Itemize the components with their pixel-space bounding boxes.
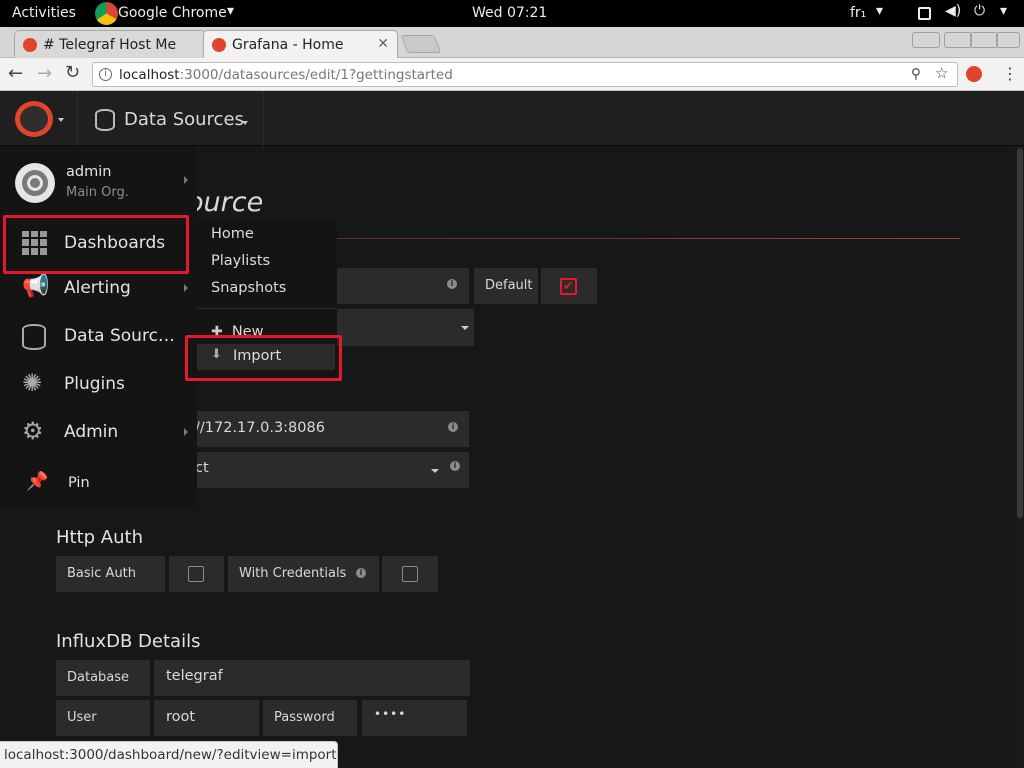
- chrome-menu-icon[interactable]: ⋮: [1002, 64, 1018, 83]
- user-label: User: [56, 700, 150, 736]
- grafana-sidemenu: admin Main Org. Dashboards 📢 Alerting Da…: [0, 146, 197, 509]
- with-credentials-toggle[interactable]: [382, 556, 438, 592]
- http-auth-title: Http Auth: [56, 527, 143, 548]
- password-input[interactable]: ••••: [362, 700, 467, 736]
- chevron-right-icon: [184, 284, 188, 292]
- highlight-dashboards: [3, 215, 189, 274]
- basic-auth-label: Basic Auth: [56, 556, 165, 592]
- key-icon[interactable]: ⚲: [911, 66, 921, 82]
- extension-icon[interactable]: [966, 66, 982, 82]
- name-input[interactable]: i: [337, 268, 469, 304]
- power-avatar-icon: [22, 170, 48, 196]
- submenu-divider: [197, 308, 337, 309]
- sidemenu-item-plugins[interactable]: ✺ Plugins: [0, 361, 197, 409]
- reload-icon[interactable]: ↻: [65, 62, 80, 83]
- scrollbar-thumb[interactable]: [1017, 148, 1023, 518]
- app-menu-label[interactable]: Google Chrome: [118, 5, 227, 21]
- browser-tab-strip: # Telegraf Host Me Grafana - Home ✕: [0, 27, 1024, 58]
- title-underline: [337, 238, 960, 239]
- password-label: Password: [263, 700, 357, 736]
- highlight-import: [185, 335, 342, 381]
- user-org: Main Org.: [66, 185, 129, 200]
- page-nav-title[interactable]: Data Sources: [124, 109, 244, 130]
- power-icon[interactable]: ⏻: [974, 3, 985, 19]
- chrome-app-icon: [95, 2, 118, 25]
- info-icon: i: [356, 568, 366, 578]
- info-icon: i: [448, 422, 458, 432]
- chevron-right-icon: [184, 428, 188, 436]
- gear-icon: ⚙: [22, 417, 44, 445]
- new-tab-button[interactable]: [400, 35, 442, 53]
- system-top-bar: Activities Google Chrome ▾ Wed 07:21 fr₁…: [0, 0, 1024, 27]
- type-select[interactable]: [337, 309, 474, 346]
- caret-down-icon[interactable]: [242, 121, 248, 125]
- browser-toolbar: ← → ↻ i localhost:3000/datasources/edit/…: [0, 58, 1024, 91]
- tab-grafana-home[interactable]: Grafana - Home ✕: [203, 30, 398, 58]
- user-name: admin: [66, 164, 112, 180]
- influxdb-details-title: InfluxDB Details: [56, 631, 201, 652]
- plugins-icon: ✺: [22, 369, 43, 397]
- navbar-divider: [263, 91, 264, 146]
- grafana-navbar: Data Sources: [0, 91, 1024, 146]
- avatar: [15, 163, 55, 203]
- info-icon: i: [450, 461, 460, 471]
- basic-auth-toggle[interactable]: [169, 556, 224, 592]
- submenu-item-playlists[interactable]: Playlists: [211, 253, 270, 269]
- scrollbar-track[interactable]: [1015, 146, 1024, 768]
- access-select[interactable]: ct i: [187, 452, 469, 488]
- url-input[interactable]: //172.17.0.3:8086 i: [187, 411, 469, 447]
- window-icon[interactable]: [918, 7, 931, 20]
- caret-down-icon[interactable]: ▾: [876, 3, 883, 19]
- profile-icon[interactable]: [912, 32, 940, 48]
- forward-arrow-icon[interactable]: →: [37, 63, 52, 84]
- close-window-icon[interactable]: [996, 32, 1020, 48]
- status-bar-url: localhost:3000/dashboard/new/?editview=i…: [0, 741, 338, 768]
- checkbox-icon: [188, 566, 204, 582]
- pin-icon: 📌: [26, 471, 49, 492]
- grafana-logo-icon: [15, 101, 53, 137]
- grafana-favicon-icon: [23, 38, 37, 52]
- url-host: localhost: [119, 67, 180, 83]
- bookmark-star-icon[interactable]: ☆: [935, 64, 948, 82]
- submenu-item-home[interactable]: Home: [211, 226, 254, 242]
- datasource-icon: [95, 109, 115, 131]
- caret-down-icon: [461, 326, 469, 330]
- app-menu-caret-icon[interactable]: ▾: [227, 3, 234, 19]
- database-input[interactable]: telegraf: [154, 660, 470, 696]
- minimize-icon[interactable]: [944, 32, 972, 48]
- grafana-favicon-icon: [212, 38, 226, 52]
- megaphone-icon: 📢: [22, 274, 50, 299]
- user-input[interactable]: root: [154, 700, 259, 736]
- keyboard-layout-indicator[interactable]: fr₁: [850, 5, 866, 21]
- clock[interactable]: Wed 07:21: [472, 5, 547, 21]
- sidemenu-item-data-sources[interactable]: Data Sourc…: [0, 313, 197, 361]
- sidemenu-item-admin[interactable]: ⚙ Admin: [0, 409, 197, 457]
- with-credentials-label: With Credentials i: [228, 556, 379, 592]
- checkmark-icon: ✔: [560, 278, 577, 295]
- sidemenu-item-pin[interactable]: 📌 Pin: [0, 459, 197, 507]
- info-icon: i: [447, 279, 457, 289]
- checkbox-icon: [402, 566, 418, 582]
- caret-down-icon: [58, 118, 64, 122]
- default-checkbox[interactable]: ✔: [541, 268, 597, 304]
- info-icon[interactable]: i: [99, 68, 112, 81]
- user-profile[interactable]: admin Main Org.: [0, 146, 197, 216]
- restore-icon[interactable]: [970, 32, 998, 48]
- chevron-right-icon: [184, 176, 188, 184]
- database-label: Database: [56, 660, 150, 696]
- default-label: Default: [474, 268, 538, 304]
- submenu-item-snapshots[interactable]: Snapshots: [211, 280, 286, 296]
- grafana-logo-button[interactable]: [0, 91, 78, 146]
- volume-icon[interactable]: ◀): [945, 3, 961, 19]
- database-icon: [22, 324, 46, 350]
- close-tab-icon[interactable]: ✕: [377, 36, 389, 52]
- tab-telegraf[interactable]: # Telegraf Host Me: [14, 30, 206, 58]
- page-title: ource: [187, 187, 264, 218]
- address-bar[interactable]: i localhost:3000/datasources/edit/1?gett…: [92, 62, 958, 87]
- url-path: :3000/datasources/edit/1?gettingstarted: [179, 67, 453, 83]
- activities-button[interactable]: Activities: [12, 5, 76, 21]
- back-arrow-icon[interactable]: ←: [8, 63, 23, 84]
- caret-down-icon[interactable]: ▾: [1000, 3, 1007, 19]
- caret-down-icon: [431, 469, 439, 473]
